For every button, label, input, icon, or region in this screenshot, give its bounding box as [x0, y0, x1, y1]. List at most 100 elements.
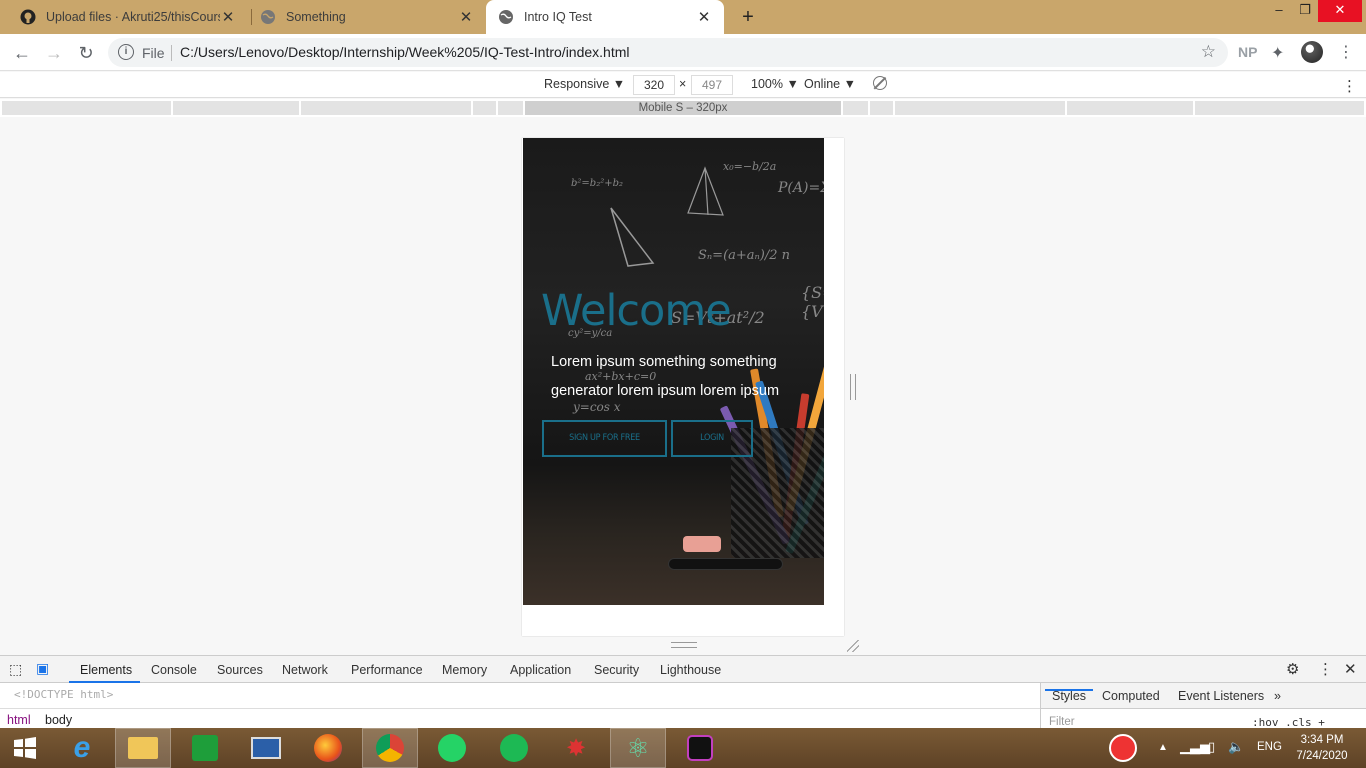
clock[interactable]: 3:34 PM 7/24/2020: [1290, 732, 1354, 764]
device-toolbar: Responsive ▼ 320 × 497 100% ▼ Online ▼ ⋮: [0, 72, 1366, 98]
store-icon[interactable]: [177, 728, 233, 768]
notification-app-icon[interactable]: [1095, 728, 1151, 768]
dimension-separator: ×: [679, 77, 687, 91]
spider-app-icon[interactable]: ✸: [548, 728, 604, 768]
atom-icon[interactable]: ⚛: [610, 728, 666, 768]
tab-title: Upload files · Akruti25/thisCourse: [46, 10, 220, 24]
address-bar[interactable]: i File C:/Users/Lenovo/Desktop/Internshi…: [108, 38, 1228, 67]
devtools-tab-bar: ⬚ ▣ Elements Console Sources Network Per…: [0, 656, 1366, 683]
url-text[interactable]: C:/Users/Lenovo/Desktop/Internship/Week%…: [180, 44, 630, 60]
tab-network[interactable]: Network: [282, 663, 328, 677]
signup-button[interactable]: SIGN UP FOR FREE: [542, 420, 667, 457]
height-input[interactable]: 497: [691, 75, 733, 95]
device-toggle-icon[interactable]: ▣: [36, 660, 49, 677]
avatar[interactable]: [1301, 41, 1323, 63]
kebab-menu-icon[interactable]: ⋮: [1338, 42, 1354, 62]
extensions-puzzle-icon[interactable]: ✦: [1271, 43, 1284, 63]
breakpoint-segment[interactable]: [301, 101, 471, 115]
tab-console[interactable]: Console: [151, 663, 197, 677]
breakpoint-segment[interactable]: [2, 101, 171, 115]
language-indicator[interactable]: ENG: [1257, 741, 1282, 753]
lenovo-icon[interactable]: [238, 728, 294, 768]
devtools-menu-icon[interactable]: ⋮: [1318, 660, 1333, 678]
windows-taskbar: e ✸ ⚛ ▲ ▁▃▅ ▯ 🔈 ENG 3:34 PM 7/24/2020: [0, 728, 1366, 768]
hero-section: b²=b₂²+b₂ x₀=−b/2a P(A)=Σ Sₙ=(a+aₙ)/2 n …: [523, 138, 824, 605]
window-close-button[interactable]: ✕: [1318, 0, 1362, 22]
active-tab-indicator: [69, 681, 140, 683]
resize-handle-corner[interactable]: [847, 640, 859, 652]
devtools-panel: ⬚ ▣ Elements Console Sources Network Per…: [0, 655, 1366, 731]
breakpoint-segment[interactable]: [870, 101, 893, 115]
width-input[interactable]: 320: [633, 75, 675, 95]
tab-computed[interactable]: Computed: [1102, 689, 1160, 703]
breadcrumb-html[interactable]: html: [7, 713, 31, 727]
tray-chevron-icon[interactable]: ▲: [1158, 742, 1168, 753]
tab-intro-iq-test[interactable]: Intro IQ Test ✕: [486, 0, 724, 34]
breakpoint-segment[interactable]: [173, 101, 299, 115]
bookmark-star-icon[interactable]: ☆: [1201, 42, 1216, 62]
chrome-icon[interactable]: [362, 728, 418, 768]
tab-elements[interactable]: Elements: [80, 663, 132, 677]
resize-handle-bottom[interactable]: [671, 642, 697, 648]
tab-something[interactable]: Something ✕: [248, 0, 486, 34]
restore-button[interactable]: ❐: [1288, 0, 1322, 22]
throttle-select[interactable]: Online ▼: [804, 77, 856, 91]
more-tabs-chevron-icon[interactable]: »: [1274, 689, 1281, 703]
close-icon[interactable]: ✕: [220, 8, 236, 26]
tab-memory[interactable]: Memory: [442, 663, 487, 677]
tab-security[interactable]: Security: [594, 663, 639, 677]
file-explorer-icon[interactable]: [115, 728, 171, 768]
firefox-icon[interactable]: [300, 728, 356, 768]
rotate-icon[interactable]: [873, 76, 887, 90]
breadcrumb-body[interactable]: body: [45, 713, 72, 727]
tab-event-listeners[interactable]: Event Listeners: [1178, 689, 1264, 703]
browser-toolbar: ← → ↻ i File C:/Users/Lenovo/Desktop/Int…: [0, 34, 1366, 71]
tab-performance[interactable]: Performance: [351, 663, 423, 677]
breakpoint-mobile-s[interactable]: Mobile S – 320px: [525, 101, 841, 115]
battery-icon[interactable]: ▯: [1208, 739, 1215, 755]
marker: [668, 558, 783, 570]
breakpoint-segment[interactable]: [1067, 101, 1193, 115]
zoom-select[interactable]: 100% ▼: [751, 77, 799, 91]
tab-upload-files[interactable]: Upload files · Akruti25/thisCourse ✕: [8, 0, 248, 34]
tab-sources[interactable]: Sources: [217, 663, 263, 677]
devtools-close-icon[interactable]: ✕: [1344, 660, 1357, 678]
login-button[interactable]: LOGIN: [671, 420, 753, 457]
info-icon[interactable]: i: [118, 44, 134, 60]
tab-application[interactable]: Application: [510, 663, 571, 677]
forward-arrow-icon[interactable]: →: [42, 41, 66, 65]
breakpoint-segment[interactable]: [473, 101, 496, 115]
chalk-formula: {S={V=: [801, 283, 824, 321]
more-options-icon[interactable]: ⋮: [1342, 77, 1357, 95]
close-icon[interactable]: ✕: [458, 8, 474, 26]
profile-initials[interactable]: NP: [1238, 44, 1257, 60]
network-signal-icon[interactable]: ▁▃▅: [1180, 739, 1210, 755]
device-frame: b²=b₂²+b₂ x₀=−b/2a P(A)=Σ Sₙ=(a+aₙ)/2 n …: [522, 138, 844, 636]
close-icon[interactable]: ✕: [696, 8, 712, 26]
tab-styles[interactable]: Styles: [1052, 689, 1086, 703]
resize-handle-right[interactable]: [850, 374, 856, 400]
dom-doctype-line[interactable]: <!DOCTYPE html>: [14, 688, 113, 701]
windows-start-icon[interactable]: [0, 728, 50, 768]
breakpoint-segment[interactable]: [895, 101, 1065, 115]
settings-gear-icon[interactable]: ⚙: [1286, 660, 1299, 678]
inspect-element-icon[interactable]: ⬚: [9, 661, 22, 678]
breakpoint-segment[interactable]: [843, 101, 868, 115]
volume-icon[interactable]: 🔈: [1228, 739, 1244, 755]
spotify-icon[interactable]: [486, 728, 542, 768]
breakpoint-segment[interactable]: [498, 101, 523, 115]
tab-lighthouse[interactable]: Lighthouse: [660, 663, 721, 677]
breakpoint-segment[interactable]: [1195, 101, 1364, 115]
browser-tab-strip: Upload files · Akruti25/thisCourse ✕ Som…: [0, 0, 1366, 34]
new-tab-button[interactable]: +: [736, 5, 760, 29]
reload-icon[interactable]: ↻: [74, 41, 98, 65]
styles-filter-input[interactable]: Filter: [1049, 716, 1075, 728]
internet-explorer-icon[interactable]: e: [54, 728, 110, 768]
emulated-viewport: b²=b₂²+b₂ x₀=−b/2a P(A)=Σ Sₙ=(a+aₙ)/2 n …: [0, 117, 1366, 654]
whatsapp-icon[interactable]: [424, 728, 480, 768]
terminal-icon[interactable]: [672, 728, 728, 768]
chalk-formula: b²=b₂²+b₂: [571, 178, 623, 189]
breadcrumb: html body: [0, 708, 1040, 730]
device-mode-select[interactable]: Responsive ▼: [544, 77, 625, 91]
back-arrow-icon[interactable]: ←: [10, 41, 34, 65]
